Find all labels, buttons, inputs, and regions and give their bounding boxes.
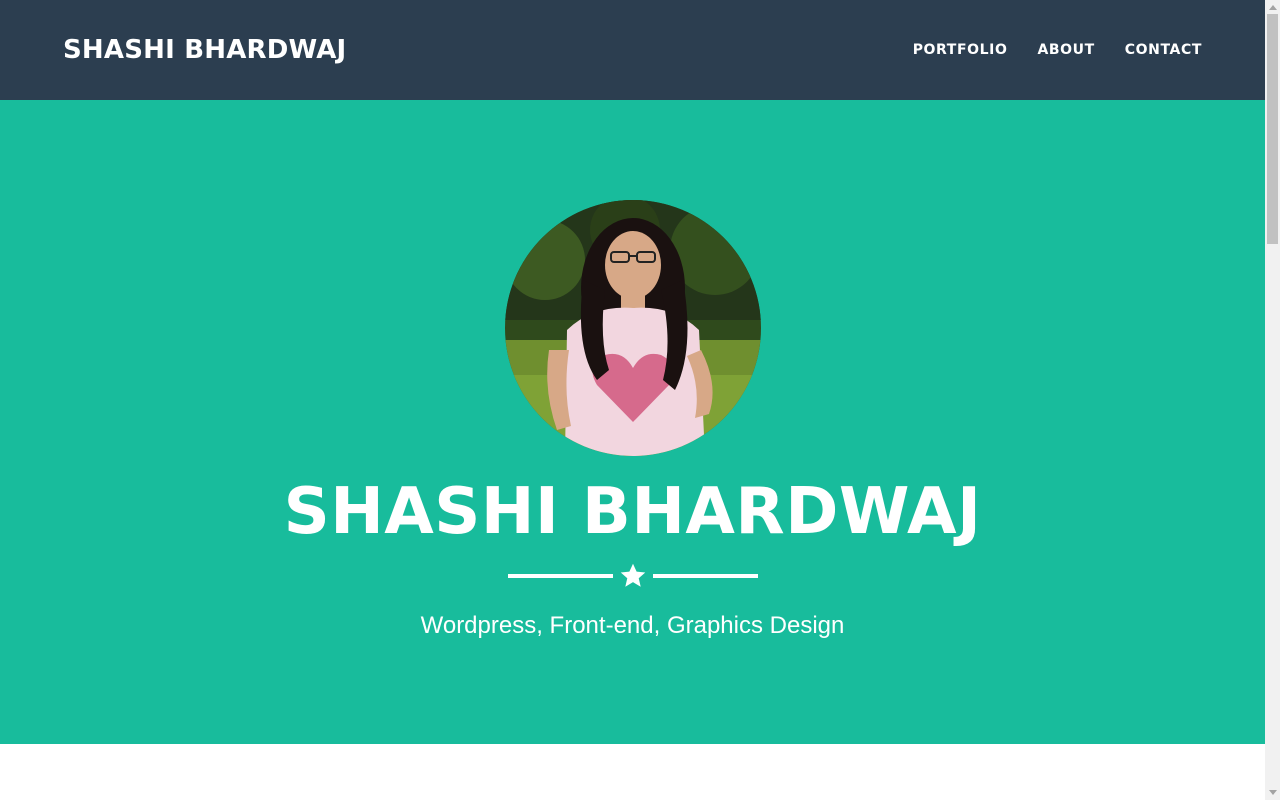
scroll-down-arrow-icon[interactable] <box>1265 786 1280 800</box>
nav-links: PORTFOLIO ABOUT CONTACT <box>913 42 1202 58</box>
scroll-up-arrow-icon[interactable] <box>1265 0 1280 14</box>
divider-line-left <box>508 574 613 578</box>
nav-link-contact[interactable]: CONTACT <box>1125 42 1202 58</box>
avatar <box>505 200 761 456</box>
hero-title: SHASHI BHARDWAJ <box>283 475 982 549</box>
star-icon <box>620 563 646 587</box>
hero-section: SHASHI BHARDWAJ Wordpress, Front-end, Gr… <box>0 100 1265 744</box>
divider-line-right <box>653 574 758 578</box>
vertical-scrollbar[interactable] <box>1265 0 1280 800</box>
nav-link-portfolio[interactable]: PORTFOLIO <box>913 42 1008 58</box>
brand-link[interactable]: SHASHI BHARDWAJ <box>63 35 346 65</box>
title-divider <box>508 562 758 590</box>
hero-subtitle: Wordpress, Front-end, Graphics Design <box>420 612 845 639</box>
nav-link-about[interactable]: ABOUT <box>1037 42 1094 58</box>
profile-photo <box>505 200 761 456</box>
navbar: SHASHI BHARDWAJ PORTFOLIO ABOUT CONTACT <box>0 0 1265 100</box>
scrollbar-thumb[interactable] <box>1267 14 1278 244</box>
